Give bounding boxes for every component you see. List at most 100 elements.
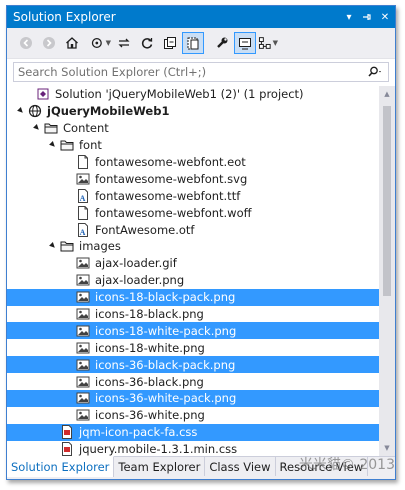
tree-item-label: ajax-loader.gif — [95, 256, 177, 271]
tree-item[interactable]: ▲ images — [7, 238, 379, 255]
image-file-icon — [75, 171, 91, 187]
tree-item[interactable]: jqm-icon-pack-fa.css — [7, 423, 379, 441]
font-file-icon: A — [75, 222, 91, 238]
web-project-icon — [27, 103, 43, 119]
expand-collapse-arrow-icon[interactable]: ▲ — [14, 104, 28, 118]
tree-item[interactable]: icons-36-white-pack.png — [7, 390, 379, 407]
expand-collapse-arrow-icon[interactable]: ▲ — [46, 138, 60, 152]
sync-icon[interactable] — [113, 32, 135, 54]
forward-icon[interactable] — [38, 32, 60, 54]
expand-collapse-arrow-icon[interactable]: ▲ — [30, 121, 44, 135]
tree-item[interactable]: ajax-loader.png — [7, 272, 379, 289]
tree-item-label: icons-18-black-pack.png — [95, 290, 236, 305]
css-file-icon — [59, 441, 75, 456]
vertical-scrollbar[interactable]: ▲ ▼ — [379, 86, 395, 456]
folder-icon — [43, 120, 59, 136]
image-file-icon — [75, 357, 91, 373]
tree-item[interactable]: icons-18-white-pack.png — [7, 322, 379, 340]
properties-icon[interactable] — [211, 32, 233, 54]
tab-class-view[interactable]: Class View — [205, 457, 276, 476]
tree-item[interactable]: icons-36-white.png — [7, 407, 379, 424]
window-title: Solution Explorer — [13, 10, 116, 24]
tree-item-label: jqm-icon-pack-fa.css — [79, 425, 198, 440]
image-file-icon — [75, 340, 91, 356]
tab-solution-explorer[interactable]: Solution Explorer — [7, 456, 115, 477]
preview-selected-items-icon[interactable] — [234, 32, 256, 54]
file-icon — [75, 205, 91, 221]
expand-collapse-arrow-icon[interactable]: ▲ — [46, 239, 60, 253]
tree-item-label: font — [79, 138, 102, 153]
tree-item-label: FontAwesome.otf — [95, 222, 195, 237]
file-icon — [75, 154, 91, 170]
pending-changes-filter-icon[interactable]: ▼ — [90, 32, 112, 54]
tree-item-label: icons-36-black.png — [95, 374, 204, 389]
tree-item-label: icons-18-white.png — [95, 340, 205, 355]
tree-item[interactable]: fontawesome-webfont.eot — [7, 154, 379, 171]
tree-item-label: jquery.mobile-1.3.1.min.css — [79, 442, 238, 456]
tree-item-label: images — [79, 239, 121, 254]
tree-item-label: icons-36-black-pack.png — [95, 357, 236, 372]
tree-item-label: jQueryMobileWeb1 — [47, 104, 170, 119]
tree-item[interactable]: ▲ font — [7, 137, 379, 154]
tree-item[interactable]: ▲ jQueryMobileWeb1 — [7, 103, 379, 120]
home-icon[interactable] — [61, 32, 83, 54]
scrollbar-thumb[interactable] — [383, 106, 391, 296]
tree-item-label: icons-36-white-pack.png — [95, 391, 237, 406]
tree-item[interactable]: ajax-loader.gif — [7, 255, 379, 272]
tree-item-label: Solution 'jQueryMobileWeb1 (2)' (1 proje… — [55, 87, 304, 102]
tree-item-label: icons-18-black.png — [95, 307, 204, 322]
class-diagram-icon[interactable]: ▼ — [257, 32, 279, 54]
tree-item[interactable]: icons-36-black-pack.png — [7, 356, 379, 374]
tree-item[interactable]: A FontAwesome.otf — [7, 221, 379, 238]
tree-item-label: Content — [63, 121, 109, 136]
tab-team-explorer[interactable]: Team Explorer — [114, 457, 206, 476]
search-icon[interactable] — [362, 66, 388, 78]
image-file-icon — [75, 272, 91, 288]
folder-icon — [59, 137, 75, 153]
tree-item-label: icons-36-white.png — [95, 408, 205, 423]
tree-item[interactable]: fontawesome-webfont.woff — [7, 204, 379, 221]
tree-item[interactable]: icons-36-black.png — [7, 373, 379, 390]
solution-icon — [35, 86, 51, 102]
image-file-icon — [75, 323, 91, 339]
image-file-icon — [75, 255, 91, 271]
image-file-icon — [75, 407, 91, 423]
back-icon[interactable] — [15, 32, 37, 54]
tree-item[interactable]: icons-18-white.png — [7, 339, 379, 356]
watermark-text: 米米貓© 2013 — [298, 457, 395, 473]
image-file-icon — [75, 390, 91, 406]
tree-item-label: fontawesome-webfont.woff — [95, 205, 252, 220]
tree-item[interactable]: fontawesome-webfont.svg — [7, 170, 379, 187]
search-input[interactable] — [14, 64, 362, 80]
tree-item[interactable]: icons-18-black.png — [7, 306, 379, 323]
close-icon[interactable]: ✕ — [377, 9, 393, 25]
svg-text:A: A — [80, 228, 86, 237]
tree-item-label: ajax-loader.png — [95, 273, 185, 288]
svg-text:A: A — [80, 194, 86, 203]
solution-explorer-window: Solution Explorer ▾ ✕ ▼ ▼ Search Solutio… — [6, 5, 396, 480]
image-file-icon — [75, 289, 91, 305]
tree-item-label: fontawesome-webfont.svg — [95, 171, 248, 186]
image-file-icon — [75, 306, 91, 322]
tree-item[interactable]: Afontawesome-webfont.ttf — [7, 187, 379, 204]
font-file-icon: A — [75, 188, 91, 204]
scroll-up-arrow-icon[interactable]: ▲ — [379, 86, 395, 102]
search-box[interactable] — [13, 62, 389, 82]
refresh-icon[interactable] — [136, 32, 158, 54]
folder-icon — [59, 238, 75, 254]
tree-item-label: icons-18-white-pack.png — [95, 323, 237, 338]
toolbar: ▼ ▼ — [7, 28, 395, 59]
image-file-icon — [75, 374, 91, 390]
collapse-all-icon[interactable] — [159, 32, 181, 54]
tree-item-label: fontawesome-webfont.eot — [95, 155, 246, 169]
tree-item[interactable]: ▲ Content — [7, 120, 379, 137]
window-position-dropdown-icon[interactable]: ▾ — [341, 9, 357, 25]
tree-item[interactable]: icons-18-black-pack.png — [7, 288, 379, 306]
solution-tree[interactable]: Solution 'jQueryMobileWeb1 (2)' (1 proje… — [7, 86, 379, 456]
css-file-icon — [59, 424, 75, 440]
tree-item-label: fontawesome-webfont.ttf — [95, 188, 241, 203]
show-all-files-icon[interactable] — [182, 32, 204, 54]
tree-item[interactable]: Solution 'jQueryMobileWeb1 (2)' (1 proje… — [7, 86, 379, 103]
auto-hide-pin-icon[interactable] — [359, 9, 375, 25]
title-bar[interactable]: Solution Explorer ▾ ✕ — [7, 6, 395, 28]
